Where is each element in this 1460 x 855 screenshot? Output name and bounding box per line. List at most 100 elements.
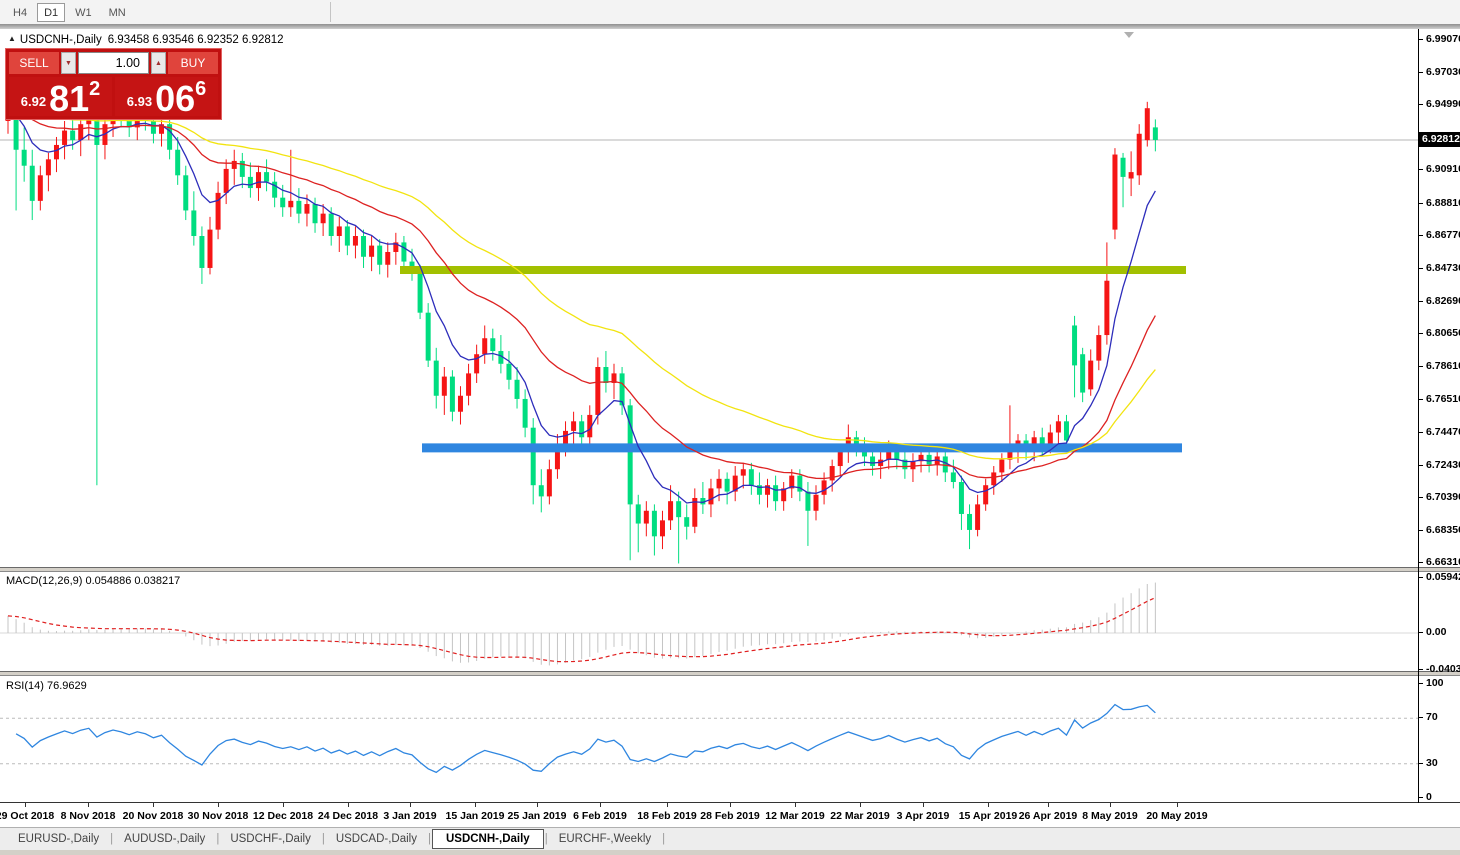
date-axis-tick (667, 803, 668, 807)
date-axis-label: 29 Oct 2018 (0, 810, 55, 822)
sell-price-prefix: 6.92 (20, 94, 47, 109)
date-axis-tick (475, 803, 476, 807)
date-axis-label: 8 Nov 2018 (60, 810, 116, 822)
date-axis-label: 3 Apr 2019 (896, 810, 950, 822)
chart-tab[interactable]: EURUSD-,Daily (8, 830, 109, 848)
date-axis-label: 15 Jan 2019 (445, 810, 505, 822)
timeframe-button-d1[interactable]: D1 (37, 2, 66, 22)
date-axis-tick (730, 803, 731, 807)
date-axis[interactable]: 29 Oct 2018 8 Nov 2018 20 Nov 2018 30 Nov 2… (0, 802, 1460, 827)
chart-tab[interactable]: USDCNH-,Daily (431, 829, 544, 849)
date-axis-tick (923, 803, 924, 807)
symbol-period-label: USDCNH-,Daily (19, 34, 102, 46)
date-axis-tick (1110, 803, 1111, 807)
price-axis-label: 6.86770 (1419, 229, 1460, 241)
price-axis-label: 6.94990 (1419, 98, 1460, 110)
sell-button[interactable]: SELL (9, 52, 59, 74)
price-axis-label: 6.97030 (1419, 66, 1460, 78)
bottom-strip (0, 850, 1460, 855)
date-axis-label: 12 Dec 2018 (252, 810, 314, 822)
volume-decrease-button[interactable]: ▼ (61, 52, 76, 74)
date-axis-tick (153, 803, 154, 807)
date-axis-label: 22 Mar 2019 (830, 810, 890, 822)
date-axis-label: 3 Jan 2019 (383, 810, 437, 822)
rsi-axis-label: 30 (1419, 756, 1438, 769)
chart-tab[interactable]: EURCHF-,Weekly (549, 830, 661, 848)
price-axis-label: 6.66310 (1419, 556, 1460, 568)
price-axis-label: 6.99070 (1419, 33, 1460, 45)
rsi-axis-label: 0 (1419, 791, 1432, 803)
date-axis-tick (600, 803, 601, 807)
volume-input[interactable] (78, 52, 149, 74)
date-axis-label: 28 Feb 2019 (700, 810, 760, 822)
price-axis-label: 6.72430 (1419, 459, 1460, 471)
date-axis-tick (25, 803, 26, 807)
chart-tab[interactable]: USDCAD-,Daily (326, 830, 427, 848)
date-axis-label: 20 May 2019 (1146, 810, 1208, 822)
chart-tab[interactable]: USDCHF-,Daily (220, 830, 321, 848)
date-axis-label: 26 Apr 2019 (1018, 810, 1078, 822)
price-axis-label: 6.82690 (1419, 295, 1460, 307)
sell-price-point: 2 (89, 78, 101, 100)
volume-increase-button[interactable]: ▲ (151, 52, 166, 74)
date-axis-tick (410, 803, 411, 807)
rsi-indicator-label: RSI(14) 76.9629 (6, 680, 87, 692)
panel-separator-macd[interactable] (0, 567, 1460, 572)
date-axis-tick (795, 803, 796, 807)
price-axis-label: 6.74470 (1419, 426, 1460, 438)
price-axis-label: 6.80650 (1419, 327, 1460, 339)
date-axis-label: 30 Nov 2018 (187, 810, 249, 822)
timeframe-toolbar: H4 D1 W1 MN (0, 0, 1460, 24)
date-axis-label: 12 Mar 2019 (765, 810, 825, 822)
sell-price-display[interactable]: 6.92 81 2 (9, 77, 112, 120)
tab-separator: | (321, 833, 325, 845)
buy-price-point: 6 (195, 78, 207, 100)
date-axis-tick (1177, 803, 1178, 807)
date-axis-label: 18 Feb 2019 (637, 810, 697, 822)
date-axis-tick (348, 803, 349, 807)
price-axis-label: 6.84730 (1419, 262, 1460, 274)
timeframe-button-h4[interactable]: H4 (6, 3, 34, 22)
one-click-trade-panel: SELL ▼ ▲ BUY 6.92 81 2 6.93 06 6 (5, 48, 222, 120)
date-axis-tick (537, 803, 538, 807)
date-axis-label: 8 May 2019 (1082, 810, 1138, 822)
date-axis-tick (988, 803, 989, 807)
price-axis[interactable]: 6.99070 6.97030 6.94990 6.90910 6.88810 6.867… (1418, 0, 1460, 803)
macd-axis-label: -0.040371 (1418, 663, 1460, 675)
ohlc-values: 6.93458 6.93546 6.92352 6.92812 (107, 34, 284, 46)
timeframe-button-mn[interactable]: MN (102, 3, 133, 22)
macd-axis-label: 0.059422 (1419, 571, 1460, 583)
chart-title: ▲ USDCNH-,Daily 6.93458 6.93546 6.92352 6.… (8, 34, 284, 46)
chart-tab-bar: EURUSD-,Daily | AUDUSD-,Daily | USDCHF-,Dail… (0, 827, 1460, 850)
macd-values: 0.054886 0.038217 (85, 575, 181, 587)
date-axis-label: 24 Dec 2018 (317, 810, 379, 822)
price-axis-label: 6.68350 (1419, 524, 1460, 536)
buy-price-display[interactable]: 6.93 06 6 (115, 77, 218, 117)
tab-separator: | (544, 833, 548, 845)
toolbar-separator (330, 2, 331, 22)
sell-price-pips: 81 (49, 78, 90, 120)
panel-separator-rsi[interactable] (0, 671, 1460, 676)
buy-button[interactable]: BUY (168, 52, 218, 74)
collapse-panel-icon[interactable]: ▲ (8, 34, 16, 43)
timeframe-button-w1[interactable]: W1 (68, 3, 99, 22)
date-axis-tick (218, 803, 219, 807)
date-axis-label: 6 Feb 2019 (573, 810, 627, 822)
date-axis-label: 25 Jan 2019 (507, 810, 567, 822)
price-axis-label: 6.90910 (1419, 163, 1460, 175)
tab-separator: | (662, 833, 666, 845)
chart-shift-marker-icon[interactable] (1124, 32, 1134, 38)
price-axis-label: 6.76510 (1419, 393, 1460, 405)
price-axis-label: 6.88810 (1419, 197, 1460, 209)
rsi-axis-label: 100 (1419, 677, 1444, 689)
rsi-axis-label: 70 (1419, 711, 1438, 724)
price-axis-label: 6.78610 (1419, 360, 1460, 372)
buy-price-prefix: 6.93 (126, 94, 153, 109)
price-axis-label: 6.70390 (1419, 491, 1460, 503)
date-axis-label: 20 Nov 2018 (122, 810, 184, 822)
current-price-label: 6.92812 (1419, 131, 1460, 147)
macd-indicator-label: MACD(12,26,9) 0.054886 0.038217 (6, 575, 181, 587)
chart-tab[interactable]: AUDUSD-,Daily (114, 830, 215, 848)
tab-separator: | (427, 833, 431, 845)
date-axis-tick (88, 803, 89, 807)
